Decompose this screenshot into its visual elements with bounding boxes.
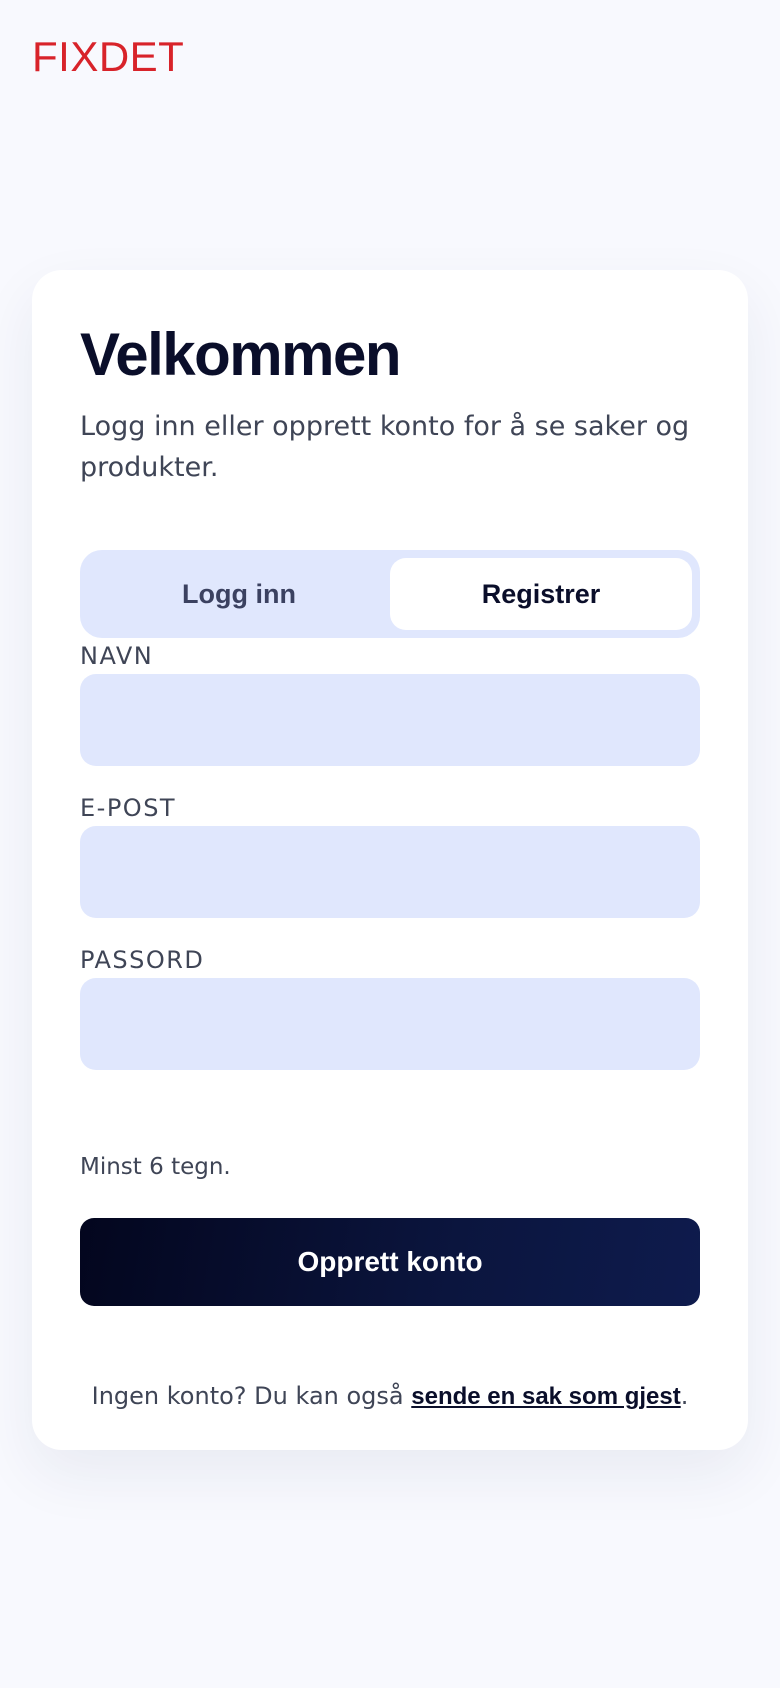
name-field[interactable] — [80, 674, 700, 766]
password-field[interactable] — [80, 978, 700, 1070]
password-label: PASSORD — [80, 946, 205, 974]
guest-case-link[interactable]: sende en sak som gjest — [411, 1383, 680, 1410]
page-title: Velkommen — [80, 321, 402, 388]
name-label: NAVN — [80, 642, 154, 670]
tab-register[interactable]: Registrer — [390, 558, 692, 630]
auth-tabs: Logg inn Registrer — [80, 550, 700, 638]
guest-footer: Ingen konto? Du kan også sende en sak so… — [32, 1382, 748, 1411]
password-hint: Minst 6 tegn. — [80, 1154, 231, 1180]
page: FIXDET Velkommen Logg inn eller opprett … — [0, 0, 780, 1688]
email-label: E-POST — [80, 794, 177, 822]
footer-suffix: . — [680, 1382, 689, 1410]
auth-card: Velkommen Logg inn eller opprett konto f… — [32, 270, 748, 1450]
tab-login[interactable]: Logg inn — [88, 558, 390, 630]
fixdet-logo[interactable]: FIXDET — [32, 36, 184, 78]
page-subtitle: Logg inn eller opprett konto for å se sa… — [80, 411, 690, 483]
create-account-button[interactable]: Opprett konto — [80, 1218, 700, 1306]
email-field[interactable] — [80, 826, 700, 918]
footer-text: Ingen konto? Du kan også — [91, 1382, 412, 1410]
